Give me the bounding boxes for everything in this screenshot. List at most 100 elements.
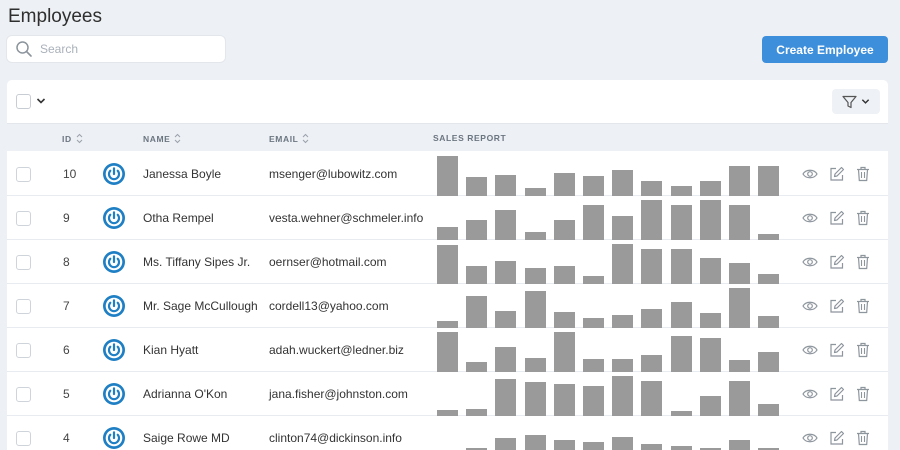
sales-report-chart — [437, 240, 782, 284]
table-toolbar — [7, 80, 888, 122]
chevron-down-icon — [861, 99, 870, 104]
sales-bar — [670, 186, 692, 196]
sales-bar — [729, 381, 750, 416]
edit-icon[interactable] — [829, 254, 845, 270]
eye-icon[interactable] — [802, 342, 818, 358]
avatar-icon — [103, 295, 125, 317]
employee-name[interactable]: Otha Rempel — [143, 211, 214, 225]
row-checkbox[interactable] — [16, 387, 31, 402]
row-checkbox[interactable] — [16, 299, 31, 314]
column-header-email[interactable]: EMAIL — [269, 133, 309, 144]
employee-name[interactable]: Adrianna O'Kon — [143, 387, 227, 401]
edit-icon[interactable] — [829, 430, 845, 446]
sales-bar — [699, 258, 721, 284]
sales-bar — [729, 360, 750, 372]
sales-bar — [524, 232, 546, 240]
sales-bar — [612, 244, 634, 284]
sales-bar — [612, 359, 634, 372]
edit-icon[interactable] — [829, 386, 845, 402]
sales-bar — [524, 268, 546, 284]
sales-bar — [641, 381, 663, 416]
sales-bar — [583, 176, 604, 196]
eye-icon[interactable] — [802, 430, 818, 446]
trash-icon[interactable] — [855, 386, 871, 402]
sales-bar — [670, 302, 692, 328]
avatar-icon — [103, 207, 125, 229]
row-checkbox[interactable] — [16, 343, 31, 358]
edit-icon[interactable] — [829, 210, 845, 226]
chevron-down-icon[interactable] — [36, 96, 46, 106]
sales-bar — [612, 216, 634, 240]
sales-report-chart — [437, 196, 782, 240]
sales-bar — [495, 210, 517, 240]
sales-bar — [524, 358, 546, 372]
column-email-label: EMAIL — [269, 133, 299, 144]
sales-bar — [583, 318, 604, 328]
sales-bar — [670, 336, 692, 372]
sales-bar — [641, 309, 663, 328]
employee-email: cordell13@yahoo.com — [269, 299, 389, 313]
sales-bar — [437, 227, 458, 240]
trash-icon[interactable] — [855, 342, 871, 358]
trash-icon[interactable] — [855, 254, 871, 270]
sales-report-chart — [437, 284, 782, 328]
sales-bar — [699, 396, 721, 416]
employee-name[interactable]: Kian Hyatt — [143, 343, 198, 357]
select-all-checkbox[interactable] — [16, 94, 31, 109]
trash-icon[interactable] — [855, 298, 871, 314]
sales-bar — [495, 175, 517, 196]
table-row: 4 Saige Rowe MD clinton74@dickinson.info — [7, 416, 888, 450]
search-input[interactable] — [40, 42, 210, 56]
trash-icon[interactable] — [855, 210, 871, 226]
sales-bar — [466, 296, 488, 328]
row-id: 9 — [63, 211, 70, 225]
sales-bar — [437, 245, 458, 284]
search-box[interactable] — [7, 36, 225, 62]
sales-bar — [495, 379, 517, 416]
employee-name[interactable]: Mr. Sage McCullough — [143, 299, 258, 313]
employee-email: vesta.wehner@schmeler.info — [269, 211, 424, 225]
filter-button[interactable] — [832, 89, 880, 114]
table-row: 5 Adrianna O'Kon jana.fisher@johnston.com — [7, 372, 888, 416]
row-checkbox[interactable] — [16, 167, 31, 182]
row-checkbox[interactable] — [16, 255, 31, 270]
sort-icon — [303, 133, 309, 144]
sales-bar — [641, 249, 663, 284]
table-row: 10 Janessa Boyle msenger@lubowitz.com — [7, 152, 888, 196]
eye-icon[interactable] — [802, 298, 818, 314]
row-checkbox[interactable] — [16, 431, 31, 446]
eye-icon[interactable] — [802, 210, 818, 226]
create-employee-button[interactable]: Create Employee — [762, 36, 888, 63]
sales-bar — [641, 200, 663, 240]
sales-bar — [466, 220, 488, 240]
edit-icon[interactable] — [829, 166, 845, 182]
sales-bar — [437, 321, 458, 328]
sales-bar — [466, 266, 488, 284]
sales-bar — [641, 181, 663, 196]
edit-icon[interactable] — [829, 298, 845, 314]
sales-report-chart — [437, 416, 782, 450]
employee-name[interactable]: Saige Rowe MD — [143, 431, 230, 445]
trash-icon[interactable] — [855, 166, 871, 182]
sales-bar — [612, 170, 634, 196]
eye-icon[interactable] — [802, 166, 818, 182]
table-row: 8 Ms. Tiffany Sipes Jr. oernser@hotmail.co… — [7, 240, 888, 284]
row-checkbox[interactable] — [16, 211, 31, 226]
sales-bar — [641, 355, 663, 372]
employee-email: adah.wuckert@ledner.biz — [269, 343, 404, 357]
row-id: 8 — [63, 255, 70, 269]
sales-bar — [583, 205, 604, 240]
employee-name[interactable]: Ms. Tiffany Sipes Jr. — [143, 255, 250, 269]
edit-icon[interactable] — [829, 342, 845, 358]
eye-icon[interactable] — [802, 254, 818, 270]
sales-bar — [670, 205, 692, 240]
column-header-id[interactable]: ID — [62, 133, 83, 144]
trash-icon[interactable] — [855, 430, 871, 446]
sales-bar — [729, 166, 750, 196]
sales-bar — [495, 311, 517, 328]
column-header-name[interactable]: NAME — [143, 133, 181, 144]
eye-icon[interactable] — [802, 386, 818, 402]
sales-bar — [524, 435, 546, 450]
employee-name[interactable]: Janessa Boyle — [143, 167, 221, 181]
avatar-icon — [103, 383, 125, 405]
